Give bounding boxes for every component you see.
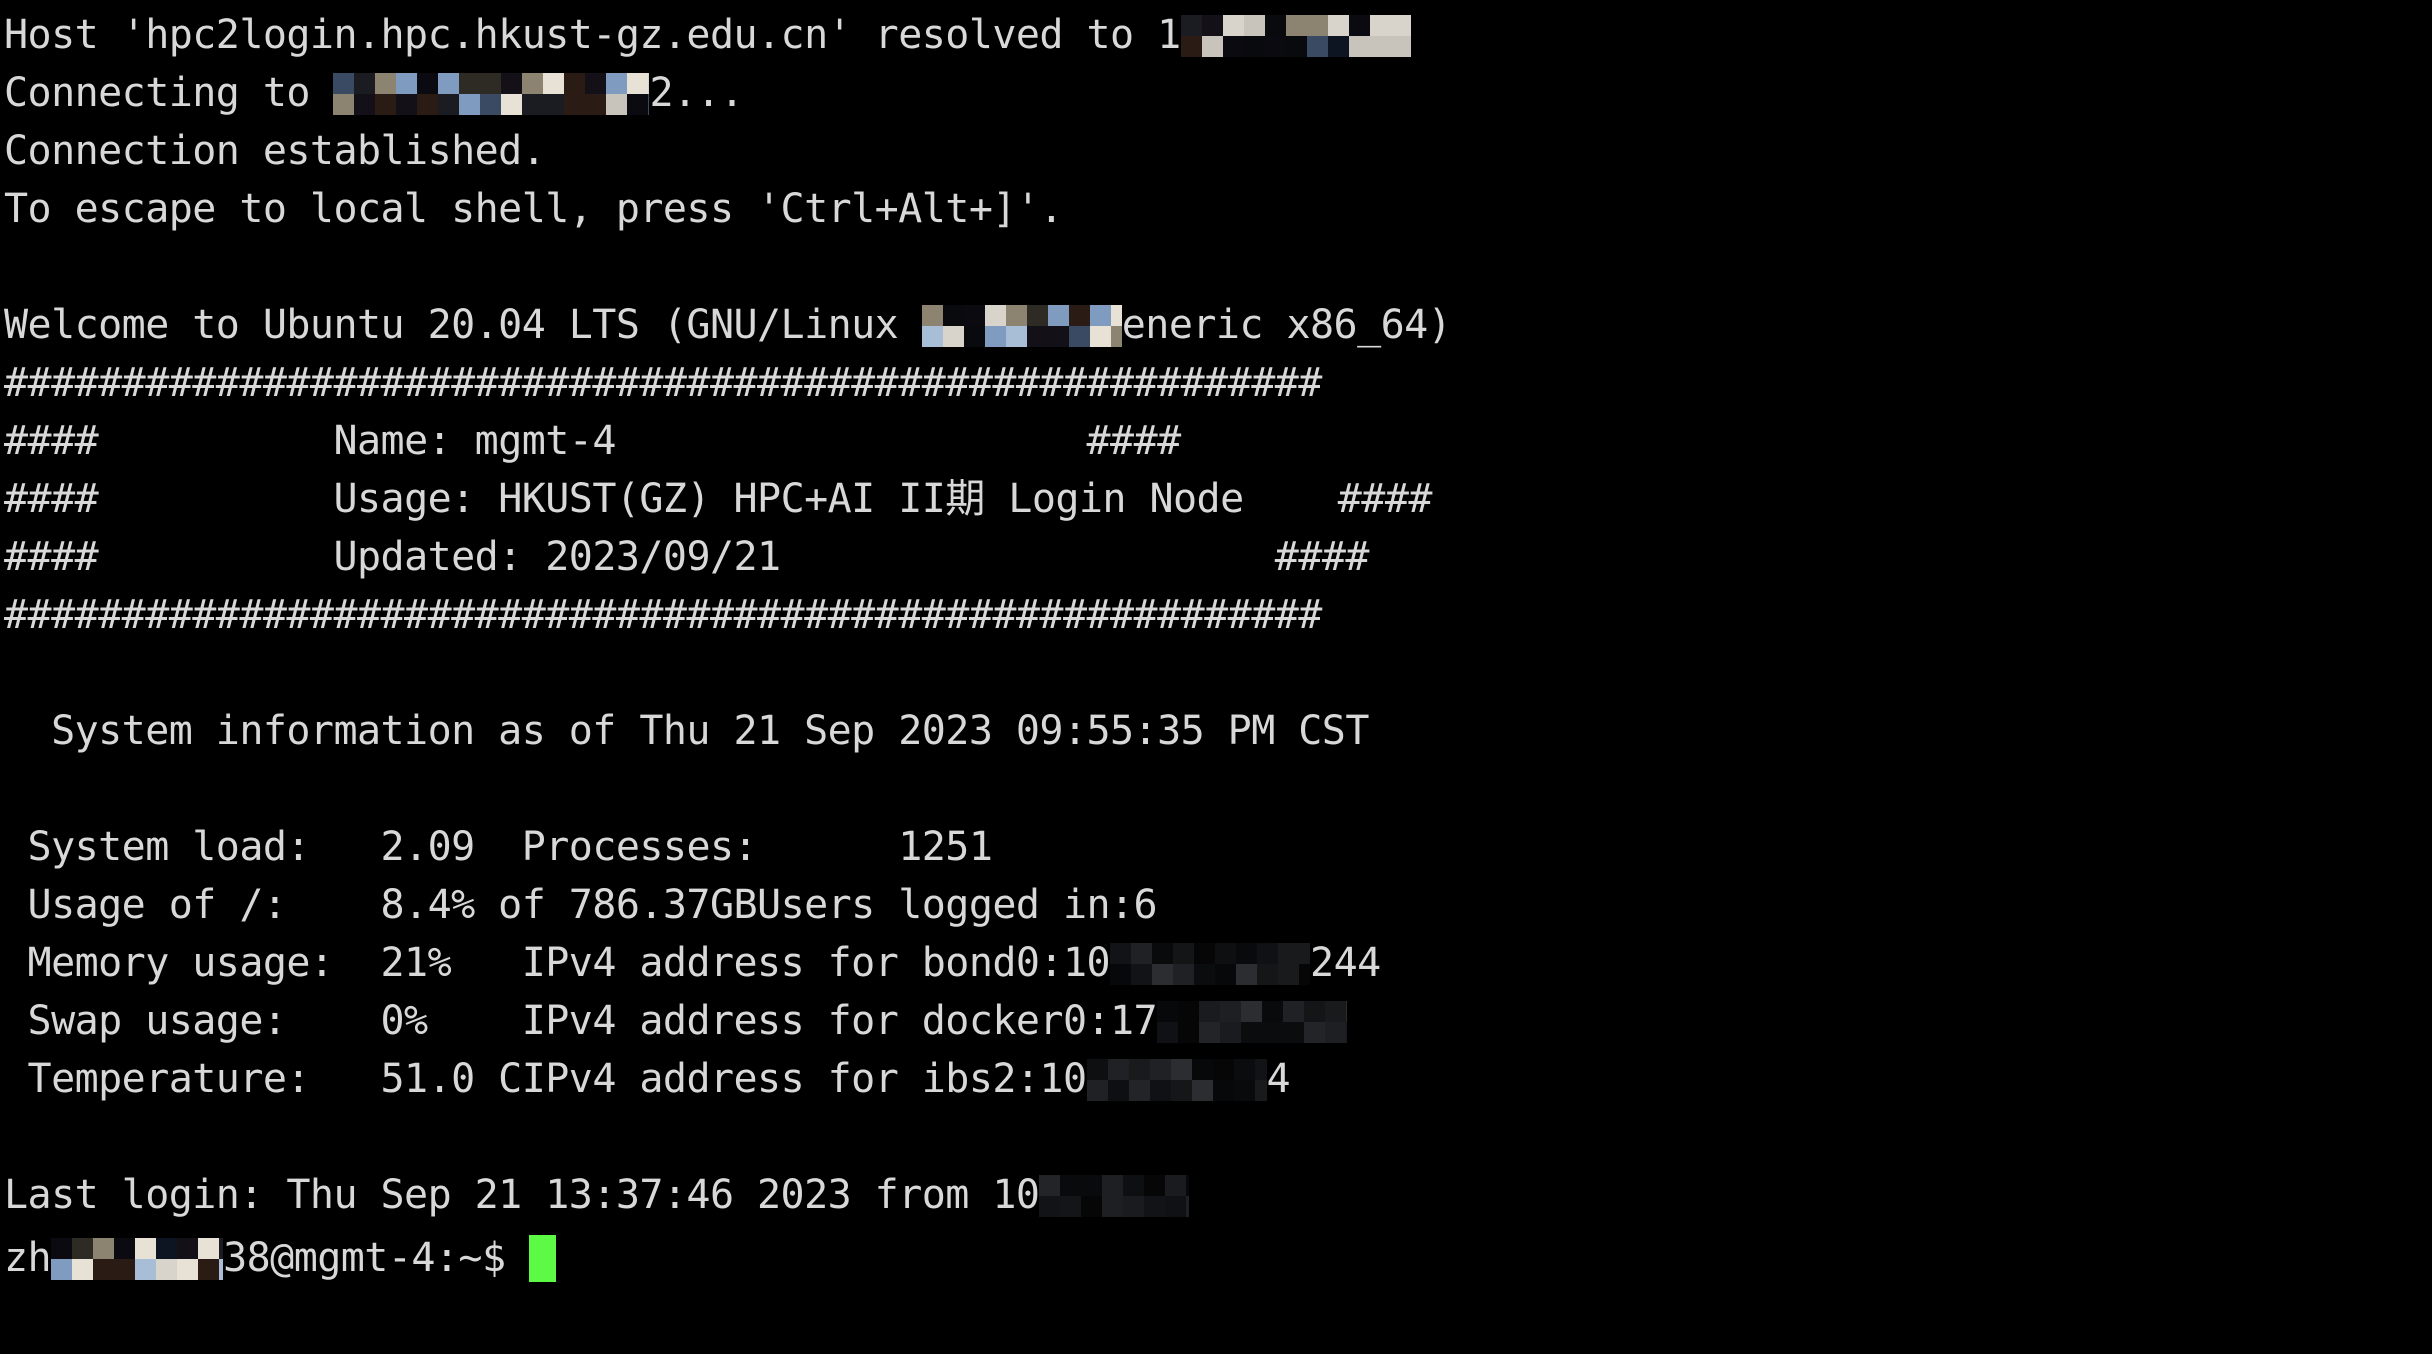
banner-usage-gap <box>98 476 333 522</box>
last-login-ip-head: 0 <box>1015 1172 1040 1218</box>
redacted-ip-address <box>1110 943 1311 985</box>
redacted-ip-last-login <box>1039 1175 1190 1217</box>
prompt-user-tail: 38 <box>223 1235 271 1281</box>
prompt-user-head: zh <box>4 1235 52 1281</box>
sysinfo-left-cell: System load: 2.09 <box>4 824 522 870</box>
banner-name-text: Name: mgmt-4 <box>333 418 616 464</box>
ssh-connecting-port: 2... <box>649 70 744 116</box>
sysinfo-right-cell: IPv4 address for bond0:10 <box>521 940 1111 986</box>
welcome-text: Welcome to Ubuntu 20.04 LTS (GNU/Linux <box>4 302 922 348</box>
banner-updated-text: Updated: 2023/09/21 <box>333 534 781 580</box>
sysinfo-left-cell: Memory usage: 21% <box>4 940 522 986</box>
system-information-row: System load: 2.09 Processes: 1251 <box>0 818 2432 876</box>
welcome-arch-text: eneric x86_64) <box>1121 302 1452 348</box>
banner-name-pad <box>616 418 1087 464</box>
redacted-ip-host <box>1180 15 1411 57</box>
banner-rule-top: ########################################… <box>4 360 1322 406</box>
ssh-connecting-text: Connecting to <box>4 70 334 116</box>
redacted-ip-connecting <box>333 73 650 115</box>
banner-updated-hash-left: #### <box>4 534 99 580</box>
ssh-connection-established-line: Connection established. <box>4 128 546 174</box>
redacted-ip-address <box>1086 1059 1267 1101</box>
system-information-table: System load: 2.09 Processes: 1251 Usage … <box>0 818 2432 1108</box>
sysinfo-right-cell: Processes: 1251 <box>521 824 993 870</box>
sysinfo-right-cell: Users logged in:6 <box>757 882 1158 928</box>
sysinfo-left-cell: Temperature: 51.0 C <box>4 1056 523 1102</box>
banner-updated-hash-right: #### <box>1274 534 1370 580</box>
ssh-connecting-line: Connecting to 2... <box>0 64 2432 122</box>
sysinfo-right-cell: IPv4 address for ibs2:10 <box>521 1056 1087 1102</box>
ssh-escape-hint-line: To escape to local shell, press 'Ctrl+Al… <box>4 186 1064 232</box>
redacted-ip-address <box>1157 1001 1348 1043</box>
sysinfo-right-cell: IPv4 address for docker0:17 <box>521 998 1158 1044</box>
banner-name-gap <box>98 418 333 464</box>
system-information-row: Swap usage: 0% IPv4 address for docker0:… <box>0 992 2432 1050</box>
banner-rule-bottom: ########################################… <box>4 592 1322 638</box>
banner-usage-pad <box>1244 476 1338 522</box>
terminal-screen[interactable]: Host 'hpc2login.hpc.hkust-gz.edu.cn' res… <box>0 0 2432 1354</box>
last-login-text: Last login: Thu Sep 21 13:37:46 2023 fro… <box>4 1172 1016 1218</box>
redacted-kernel-version <box>921 305 1122 347</box>
text-cursor[interactable] <box>529 1235 557 1282</box>
banner-usage-line: #### Usage: HKUST(GZ) HPC+AI II期 Login N… <box>0 470 2432 528</box>
sysinfo-left-cell: Usage of /: 8.4% of 786.37GB <box>4 882 758 928</box>
banner-updated-line: #### Updated: 2023/09/21 #### <box>0 528 2432 586</box>
system-information-row: Usage of /: 8.4% of 786.37GBUsers logged… <box>0 876 2432 934</box>
system-information-row: Memory usage: 21% IPv4 address for bond0… <box>0 934 2432 992</box>
banner-name-hash-left: #### <box>4 418 99 464</box>
redacted-username <box>51 1238 224 1280</box>
banner-updated-pad <box>781 534 1275 580</box>
sysinfo-ip-tail: 4 <box>1266 1056 1291 1102</box>
shell-prompt-line[interactable]: zh 38@mgmt-4:~$ <box>0 1224 2432 1282</box>
banner-usage-hash-right: #### <box>1337 476 1433 522</box>
banner-usage-hash-left: #### <box>4 476 99 522</box>
system-information-header: System information as of Thu 21 Sep 2023… <box>4 708 1369 754</box>
banner-usage-text: Usage: HKUST(GZ) HPC+AI II期 Login Node <box>333 476 1244 522</box>
system-information-row: Temperature: 51.0 CIPv4 address for ibs2… <box>0 1050 2432 1108</box>
banner-updated-gap <box>98 534 333 580</box>
ssh-host-resolved-text: Host 'hpc2login.hpc.hkust-gz.edu.cn' res… <box>4 12 1181 58</box>
sysinfo-ip-tail: 244 <box>1310 940 1381 986</box>
welcome-line: Welcome to Ubuntu 20.04 LTS (GNU/Linux e… <box>0 296 2432 354</box>
prompt-host-path: @mgmt-4:~$ <box>270 1235 530 1281</box>
banner-name-hash-right: #### <box>1086 418 1182 464</box>
sysinfo-left-cell: Swap usage: 0% <box>4 998 522 1044</box>
banner-name-line: #### Name: mgmt-4 #### <box>0 412 2432 470</box>
last-login-line: Last login: Thu Sep 21 13:37:46 2023 fro… <box>0 1166 2432 1224</box>
ssh-host-resolved-line: Host 'hpc2login.hpc.hkust-gz.edu.cn' res… <box>0 6 2432 64</box>
